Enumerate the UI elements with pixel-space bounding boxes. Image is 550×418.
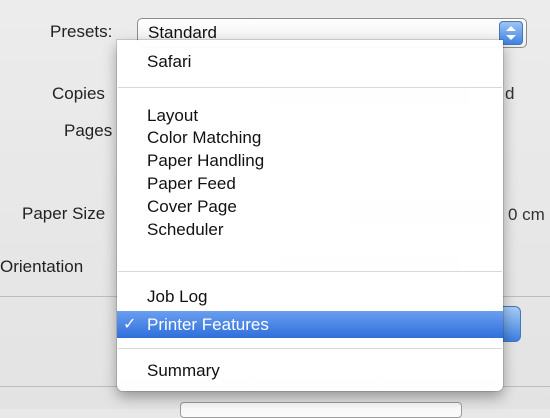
panel-dropdown-menu: Safari Layout Color Matching Paper Handl… (117, 40, 503, 391)
menu-item-safari[interactable]: Safari (117, 48, 503, 75)
menu-separator (118, 87, 502, 88)
copies-fragment-text: d (505, 84, 515, 103)
menu-item-summary[interactable]: Summary (117, 357, 503, 384)
menu-separator (118, 271, 502, 272)
menu-item-printer-features[interactable]: ✓ Printer Features (117, 311, 503, 338)
paper-size-label: Paper Size (22, 204, 106, 223)
menu-item-label: Summary (147, 361, 220, 380)
orientation-label: Orientation (0, 257, 84, 276)
menu-item-label: Safari (147, 52, 192, 71)
menu-item-label: Job Log (147, 287, 208, 306)
menu-item-label: Scheduler (147, 220, 224, 239)
pages-label: Pages (64, 121, 113, 140)
menu-item-label: Paper Feed (147, 174, 236, 193)
copies-label: Copies (52, 84, 105, 103)
menu-item-label: Layout (147, 106, 199, 125)
menu-item-job-log[interactable]: Job Log (117, 283, 503, 310)
menu-item-scheduler[interactable]: Scheduler (117, 216, 503, 243)
presets-label: Presets: (50, 22, 113, 41)
menu-item-label: Color Matching (147, 128, 262, 147)
menu-separator (118, 348, 502, 349)
bottom-field-fragment (180, 402, 462, 418)
menu-item-label: Paper Handling (147, 151, 265, 170)
checkmark-icon: ✓ (123, 316, 137, 333)
paper-size-fragment-text: 0 cm (508, 205, 545, 224)
menu-item-label: Cover Page (147, 197, 237, 216)
menu-item-label: Printer Features (147, 315, 269, 334)
